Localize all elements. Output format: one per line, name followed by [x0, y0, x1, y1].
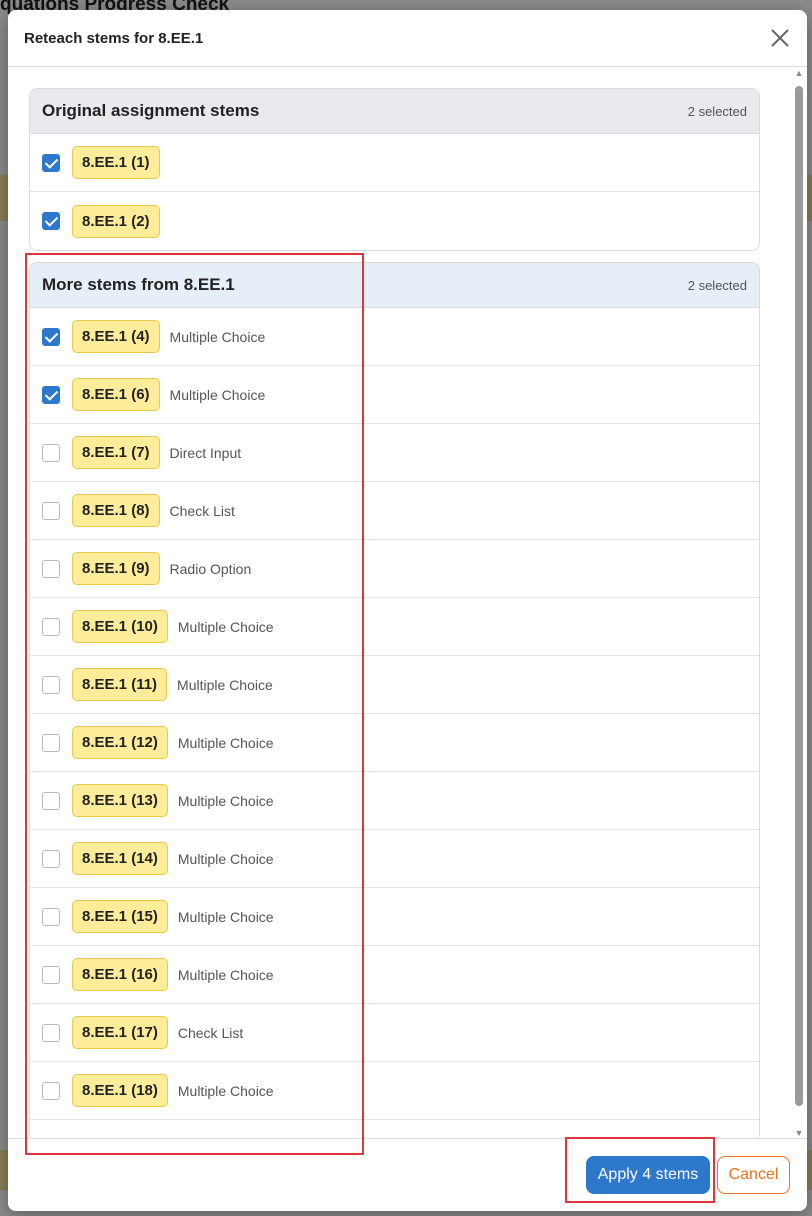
original-stems-section: Original assignment stems 2 selected 8.E… [29, 88, 760, 251]
stem-badge: 8.EE.1 (12) [72, 726, 168, 759]
stem-row[interactable]: 8.EE.1 (14) Multiple Choice [30, 830, 759, 888]
modal-body[interactable]: Original assignment stems 2 selected 8.E… [8, 67, 807, 1137]
modal-footer: Apply 4 stems Cancel [8, 1138, 807, 1211]
modal-title: Reteach stems for 8.EE.1 [24, 29, 204, 47]
stem-type: Multiple Choice [177, 618, 274, 635]
stem-badge: 8.EE.1 (10) [72, 610, 168, 643]
stem-type: Check List [177, 1024, 244, 1041]
scroll-up-icon[interactable]: ▲ [794, 68, 804, 78]
stem-checkbox[interactable] [42, 327, 60, 346]
more-stems-list: 8.EE.1 (4) Multiple Choice 8.EE.1 (6) Multi… [30, 308, 759, 1137]
stem-type: Multiple Choice [177, 908, 274, 925]
stem-badge: 8.EE.1 (11) [72, 668, 168, 701]
stem-type: Multiple Choice [177, 966, 274, 983]
stem-row[interactable]: 8.EE.1 (6) Multiple Choice [30, 366, 759, 424]
selected-count: 2 selected [687, 277, 747, 293]
modal-header: Reteach stems for 8.EE.1 [8, 10, 807, 67]
stem-type: Multiple Choice [177, 850, 274, 867]
stem-checkbox[interactable] [42, 559, 60, 578]
stem-row[interactable]: 8.EE.1 (1) [30, 134, 759, 192]
stem-checkbox[interactable] [42, 965, 60, 984]
stem-row[interactable]: 8.EE.1 (17) Check List [30, 1004, 759, 1062]
stem-type: Multiple Choice [177, 792, 274, 809]
stem-row[interactable] [30, 1120, 759, 1137]
stem-row[interactable]: 8.EE.1 (4) Multiple Choice [30, 308, 759, 366]
stem-badge: 8.EE.1 (4) [72, 320, 160, 353]
section-header: More stems from 8.EE.1 2 selected [30, 263, 759, 308]
stem-checkbox[interactable] [42, 733, 60, 752]
stem-checkbox[interactable] [42, 849, 60, 868]
section-header: Original assignment stems 2 selected [30, 89, 759, 134]
close-icon[interactable] [767, 25, 793, 51]
stem-type: Multiple Choice [169, 328, 266, 345]
stem-checkbox[interactable] [42, 617, 60, 636]
section-title: More stems from 8.EE.1 [42, 275, 235, 294]
stem-badge: 8.EE.1 (1) [72, 146, 160, 179]
more-stems-section: More stems from 8.EE.1 2 selected 8.EE.1… [29, 262, 760, 1137]
stem-badge: 8.EE.1 (9) [72, 552, 160, 585]
stem-badge: 8.EE.1 (2) [72, 204, 160, 238]
stem-checkbox[interactable] [42, 212, 60, 230]
stem-badge: 8.EE.1 (14) [72, 842, 168, 875]
stem-badge: 8.EE.1 (8) [72, 494, 160, 527]
stem-row[interactable]: 8.EE.1 (15) Multiple Choice [30, 888, 759, 946]
scroll-down-icon[interactable]: ▼ [794, 1128, 804, 1138]
stem-row[interactable]: 8.EE.1 (2) [30, 192, 759, 250]
stem-row[interactable]: 8.EE.1 (9) Radio Option [30, 540, 759, 598]
stem-row[interactable]: 8.EE.1 (11) Multiple Choice [30, 656, 759, 714]
stem-row[interactable]: 8.EE.1 (16) Multiple Choice [30, 946, 759, 1004]
stem-type: Multiple Choice [169, 386, 266, 403]
stem-checkbox[interactable] [42, 443, 60, 462]
stem-type: Multiple Choice [177, 734, 274, 751]
stem-checkbox[interactable] [42, 791, 60, 810]
stem-badge: 8.EE.1 (17) [72, 1016, 168, 1049]
stem-type: Multiple Choice [177, 676, 273, 693]
stem-checkbox[interactable] [42, 153, 60, 172]
stem-badge: 8.EE.1 (16) [72, 958, 168, 991]
stem-checkbox[interactable] [42, 675, 60, 694]
stem-badge: 8.EE.1 (7) [72, 436, 160, 469]
stem-checkbox[interactable] [42, 1081, 60, 1100]
stem-checkbox[interactable] [42, 907, 60, 926]
stem-type: Radio Option [169, 560, 252, 577]
stem-row[interactable]: 8.EE.1 (10) Multiple Choice [30, 598, 759, 656]
stem-row[interactable]: 8.EE.1 (12) Multiple Choice [30, 714, 759, 772]
stem-badge: 8.EE.1 (6) [72, 378, 160, 411]
cancel-button[interactable]: Cancel [717, 1156, 790, 1194]
original-stems-list: 8.EE.1 (1) 8.EE.1 (2) [30, 134, 759, 250]
stem-type: Multiple Choice [177, 1082, 274, 1099]
stem-row[interactable]: 8.EE.1 (18) Multiple Choice [30, 1062, 759, 1120]
stem-badge: 8.EE.1 (13) [72, 784, 168, 817]
reteach-modal: Reteach stems for 8.EE.1 Original assign… [8, 10, 807, 1211]
stem-checkbox[interactable] [42, 385, 60, 404]
stem-row[interactable]: 8.EE.1 (7) Direct Input [30, 424, 759, 482]
stem-badge: 8.EE.1 (18) [72, 1074, 168, 1107]
scrollbar[interactable]: ▲ ▼ [793, 68, 805, 1138]
section-title: Original assignment stems [42, 101, 260, 120]
stem-checkbox[interactable] [42, 501, 60, 520]
stem-badge: 8.EE.1 (15) [72, 900, 168, 933]
apply-stems-button[interactable]: Apply 4 stems [586, 1156, 710, 1194]
stem-row[interactable]: 8.EE.1 (8) Check List [30, 482, 759, 540]
stem-type: Direct Input [169, 444, 242, 461]
stem-type: Check List [169, 502, 235, 519]
stem-row[interactable]: 8.EE.1 (13) Multiple Choice [30, 772, 759, 830]
stem-checkbox[interactable] [42, 1023, 60, 1042]
selected-count: 2 selected [687, 103, 747, 119]
scrollbar-thumb[interactable] [795, 86, 803, 1106]
